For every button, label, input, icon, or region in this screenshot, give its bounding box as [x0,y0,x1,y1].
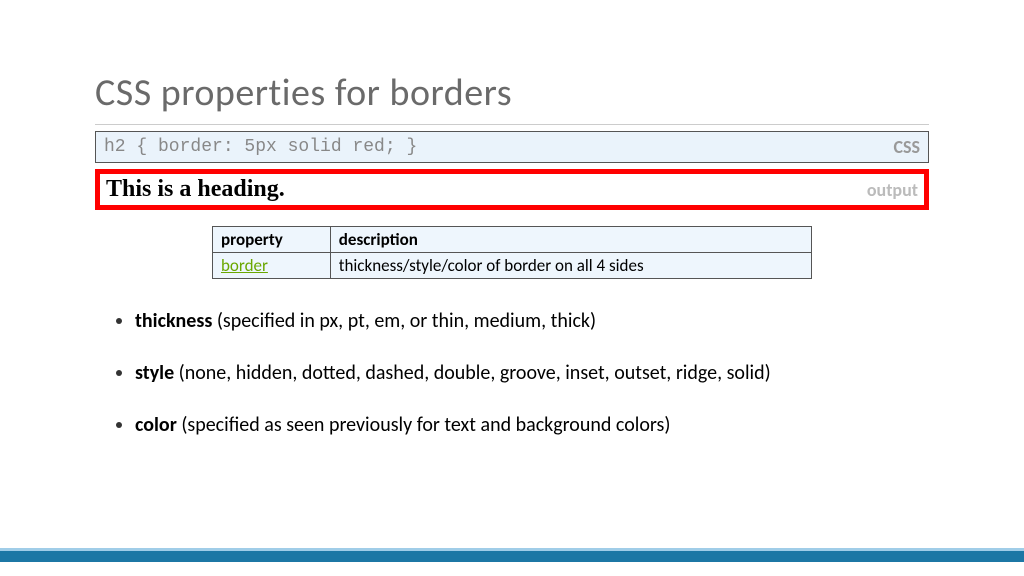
bullet-bold: style [135,361,174,385]
code-text: h2 { border: 5px solid red; } [104,137,417,157]
list-item: style (none, hidden, dotted, dashed, dou… [135,361,929,385]
list-item: color (specified as seen previously for … [135,413,929,437]
bullet-text: (specified as seen previously for text a… [177,413,671,437]
table-header-description: description [330,227,811,253]
footer-bar [0,548,1024,562]
bullet-bold: color [135,413,177,437]
table-row: border thickness/style/color of border o… [213,253,812,279]
table-header-row: property description [213,227,812,253]
bullet-bold: thickness [135,309,212,333]
border-link[interactable]: border [213,253,331,279]
slide-title: CSS properties for borders [95,70,929,116]
code-example-box: h2 { border: 5px solid red; } CSS [95,131,929,163]
list-item: thickness (specified in px, pt, em, or t… [135,309,929,333]
bullet-text: (none, hidden, dotted, dashed, double, g… [174,361,771,385]
bullet-text: (specified in px, pt, em, or thin, mediu… [212,309,596,333]
output-heading: This is a heading. [106,176,285,203]
bullet-list: thickness (specified in px, pt, em, or t… [95,309,929,437]
table-header-property: property [213,227,331,253]
property-table: property description border thickness/st… [212,226,812,279]
output-label: output [867,179,918,201]
border-description: thickness/style/color of border on all 4… [330,253,811,279]
code-label: CSS [893,136,920,158]
output-example-box: This is a heading. output [95,169,929,210]
title-rule [95,124,929,125]
